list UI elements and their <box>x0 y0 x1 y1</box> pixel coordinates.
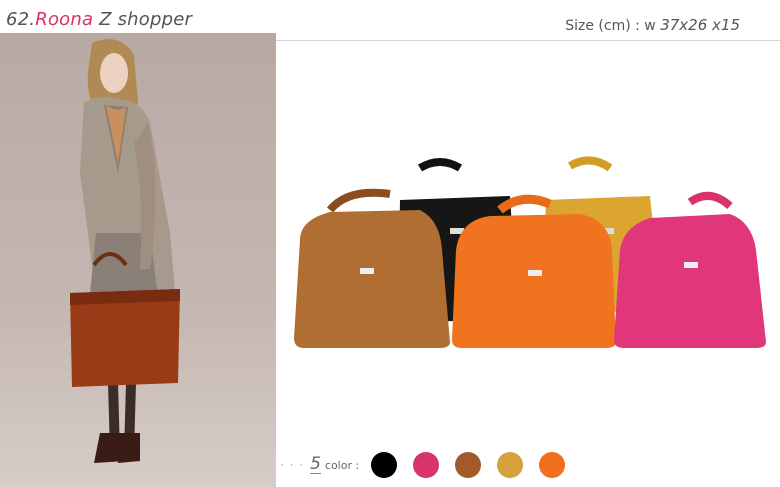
model-photo <box>0 33 276 487</box>
product-name: Z shopper <box>93 9 193 30</box>
color-swatch-black[interactable] <box>371 452 398 478</box>
color-swatch-brown[interactable] <box>455 452 482 478</box>
color-label: color : <box>324 458 360 472</box>
color-swatch-mustard[interactable] <box>497 452 524 478</box>
product-number: 62. <box>6 9 36 30</box>
size-dimensions: 37x26 x15 <box>660 16 740 34</box>
color-options: · · · 5 color : <box>280 452 581 478</box>
brand-name: Roona <box>35 9 94 30</box>
color-swatch-orange[interactable] <box>539 452 566 478</box>
size-info: Size (cm) : w 37x26 x15 <box>565 16 740 34</box>
product-title: 62.Roona Z shopper <box>6 9 192 30</box>
color-swatch-pink[interactable] <box>413 452 440 478</box>
size-label: Size (cm) : w <box>565 18 661 34</box>
color-count: 5 <box>310 454 321 474</box>
product-image-handbags <box>290 150 770 360</box>
dots-decoration: · · · <box>280 458 305 472</box>
